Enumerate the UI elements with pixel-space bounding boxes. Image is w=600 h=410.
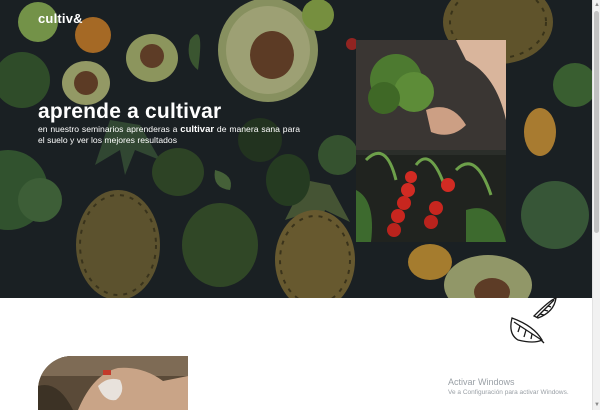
windows-activation-watermark: Activar Windows Ve a Configuración para …	[448, 376, 569, 397]
hero-subtext-start: en nuestro seminarios aprenderas a	[38, 124, 181, 134]
photo-hands-gardening	[38, 356, 188, 410]
brand-logo[interactable]: cultiv&	[38, 11, 83, 26]
scrollbar-thumb[interactable]	[594, 11, 599, 233]
hero-photo-greens	[356, 40, 506, 242]
hero-subtext: en nuestro seminarios aprenderas a culti…	[38, 124, 300, 146]
vertical-scrollbar[interactable]: ▲ ▼	[592, 0, 600, 410]
section-photo-hands	[38, 356, 188, 410]
watermark-subtitle: Ve a Configuración para activar Windows.	[448, 389, 569, 396]
arrow-down-icon[interactable]: ▼	[593, 400, 600, 410]
hero-subtext-highlight: cultivar	[180, 124, 215, 135]
arrow-up-icon[interactable]: ▲	[593, 0, 600, 10]
leaves-icon	[510, 297, 557, 344]
hero-headline: aprende a cultivar	[38, 100, 222, 123]
photo-greens-tomatoes	[356, 40, 506, 242]
watermark-title: Activar Windows	[448, 377, 515, 387]
hero-banner: cultiv& aprende a cultivar en nuestro se…	[0, 0, 592, 298]
